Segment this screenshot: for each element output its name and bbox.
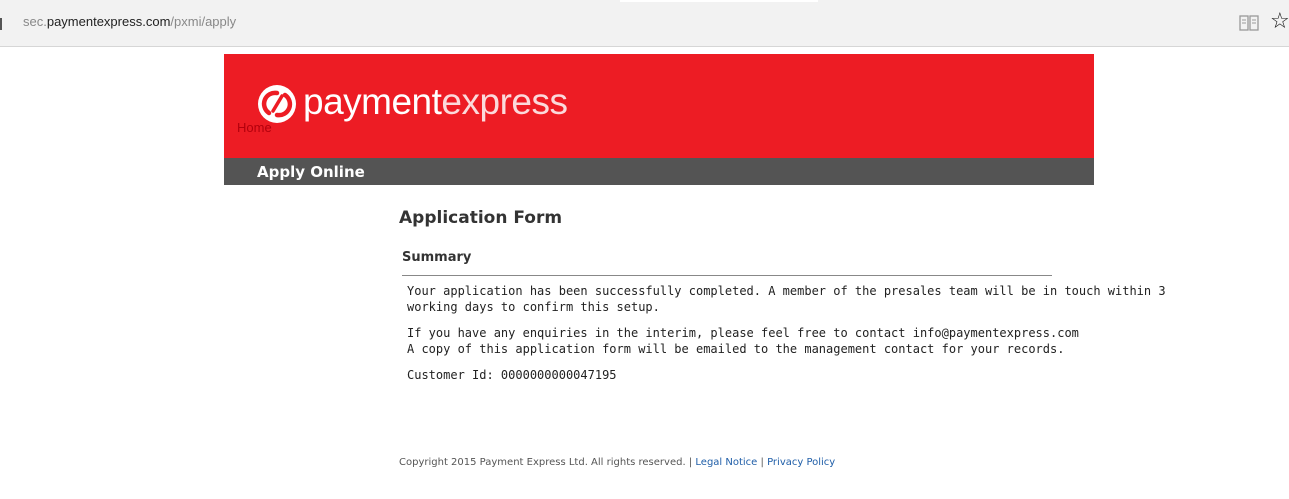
logo-word-express: express [441,81,568,122]
footer: Copyright 2015 Payment Express Ltd. All … [399,457,835,468]
footer-separator: | [688,457,693,468]
logo-mark-icon [258,85,296,123]
url-prefix: sec. [23,14,47,29]
enquiry-message: If you have any enquiries in the interim… [407,326,1079,340]
home-link[interactable]: Home [237,120,272,135]
section-title-summary: Summary [402,250,472,265]
reader-mode-icon[interactable] [1239,14,1259,32]
legal-notice-link[interactable]: Legal Notice [695,457,757,468]
privacy-policy-link[interactable]: Privacy Policy [767,457,835,468]
url-field[interactable]: sec.paymentexpress.com/pxmi/apply [23,14,236,29]
url-path: /pxmi/apply [170,14,237,29]
site-banner: paymentexpress Home [224,54,1094,158]
nav-bar: Apply Online [224,158,1094,185]
page-title: Application Form [399,208,563,228]
bookmark-star-icon[interactable]: ☆ [1270,11,1289,33]
browser-address-bar: sec.paymentexpress.com/pxmi/apply ☆ [0,0,1289,47]
url-host: paymentexpress.com [46,14,171,29]
address-bar-edge [0,18,2,30]
logo-word-payment: payment [303,81,442,122]
copy-notice: A copy of this application form will be … [407,342,1065,356]
section-divider [402,275,1052,276]
logo-wordmark: paymentexpress [303,81,568,123]
customer-id: Customer Id: 0000000000047195 [407,368,617,382]
success-message-line-1: Your application has been successfully c… [407,284,1166,298]
active-tab-indicator [620,0,818,2]
nav-apply-online[interactable]: Apply Online [257,163,365,181]
footer-separator: | [760,457,764,468]
footer-copyright: Copyright 2015 Payment Express Ltd. All … [399,457,686,468]
success-message-line-2: working days to confirm this setup. [407,300,660,314]
